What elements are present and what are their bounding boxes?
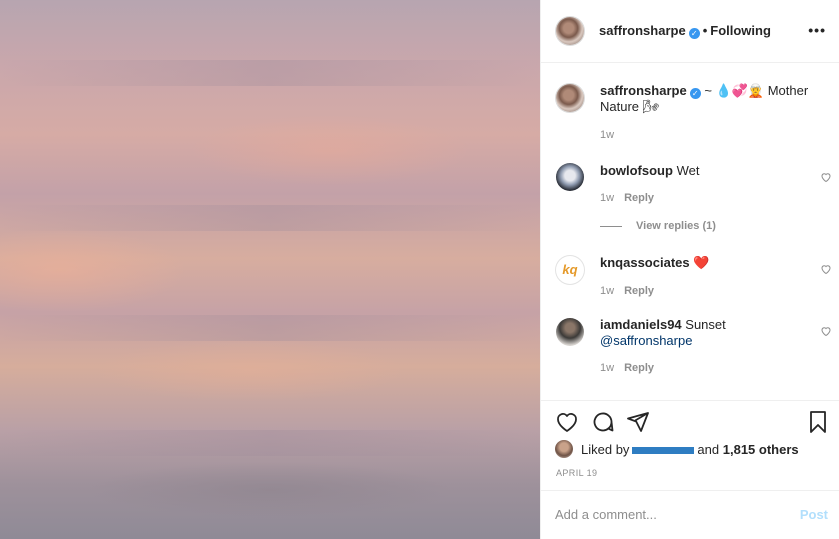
caption-time: 1w [600,129,614,141]
post-side-panel: saffronsharpe ✓ • Following ••• saffronshar… [540,0,839,539]
like-comment-heart-icon[interactable] [820,325,832,337]
likes-text: Liked by and 1,815 others [581,442,799,457]
timestamp[interactable]: 1w [600,285,614,297]
comment-text: Wet [676,163,700,178]
timestamp[interactable]: 1w [600,192,614,204]
caption-username[interactable]: saffronsharpe [600,83,687,98]
comment-meta: 1w Reply [600,285,654,297]
timestamp[interactable]: 1w [600,129,614,141]
redacted-username [632,447,695,455]
save-bookmark-icon[interactable] [806,410,830,434]
comment-username[interactable]: iamdaniels94 [600,317,682,332]
photo-cloud-band [0,430,540,456]
post-comment-button[interactable]: Post [800,507,828,522]
add-comment-input[interactable] [555,505,775,523]
avatar[interactable] [556,163,584,191]
reply-button[interactable]: Reply [624,285,654,297]
avatar[interactable] [555,440,573,458]
verified-badge-icon: ✓ [689,88,701,99]
caption: saffronsharpe ✓ ~ 💧💞🧝 Mother Nature 🌬 [600,83,822,115]
caption-emoji: ~ 💧💞🧝 [704,83,765,98]
photo-cloud-band [0,315,540,341]
avatar[interactable] [556,318,584,346]
avatar-logo-text: kq [562,262,578,277]
comment: iamdaniels94 Sunset @saffronsharpe [600,317,822,349]
reply-button[interactable]: Reply [624,192,654,204]
post-date[interactable]: APRIL 19 [556,468,597,478]
like-comment-heart-icon[interactable] [820,171,832,183]
avatar[interactable] [556,17,584,45]
photo-cloud-band [0,205,540,231]
avatar[interactable] [556,84,584,112]
comment-bubble-icon[interactable] [591,410,615,434]
comment-text: Sunset [685,317,726,332]
timestamp[interactable]: 1w [600,362,614,374]
comment-username[interactable]: knqassociates [600,255,690,270]
add-comment-row: Post [541,490,839,539]
likes-and: and [697,442,720,457]
likes-prefix: Liked by [581,442,630,457]
more-options-icon[interactable]: ••• [808,22,826,38]
comments-list: saffronsharpe ✓ ~ 💧💞🧝 Mother Nature 🌬 1w … [541,64,839,399]
post-photo[interactable] [0,0,540,539]
verified-badge-icon: ✓ [688,28,700,39]
like-heart-icon[interactable] [555,410,579,434]
comment-meta: 1w Reply [600,192,654,204]
author-username[interactable]: saffronsharpe [599,23,686,38]
post-actions [541,400,839,440]
like-comment-heart-icon[interactable] [820,263,832,275]
photo-cloud-band [0,60,540,86]
avatar[interactable]: kq [556,256,584,284]
comment-text: ❤️ [693,255,710,270]
post-author: saffronsharpe ✓ • Following [599,23,771,39]
view-replies-button[interactable]: View replies (1) [600,220,716,232]
post-header: saffronsharpe ✓ • Following ••• [541,0,839,63]
comment-meta: 1w Reply [600,362,654,374]
view-replies-label: View replies (1) [636,220,716,232]
following-button[interactable]: Following [710,23,771,38]
separator-dot: • [702,23,708,38]
likes-count-link[interactable]: 1,815 others [723,442,799,457]
comment: bowlofsoup Wet [600,163,822,179]
mention-link[interactable]: @saffronsharpe [600,333,692,348]
reply-button[interactable]: Reply [624,362,654,374]
divider [600,225,622,227]
share-send-icon[interactable] [626,410,650,434]
comment-username[interactable]: bowlofsoup [600,163,673,178]
comment: knqassociates ❤️ [600,255,822,271]
